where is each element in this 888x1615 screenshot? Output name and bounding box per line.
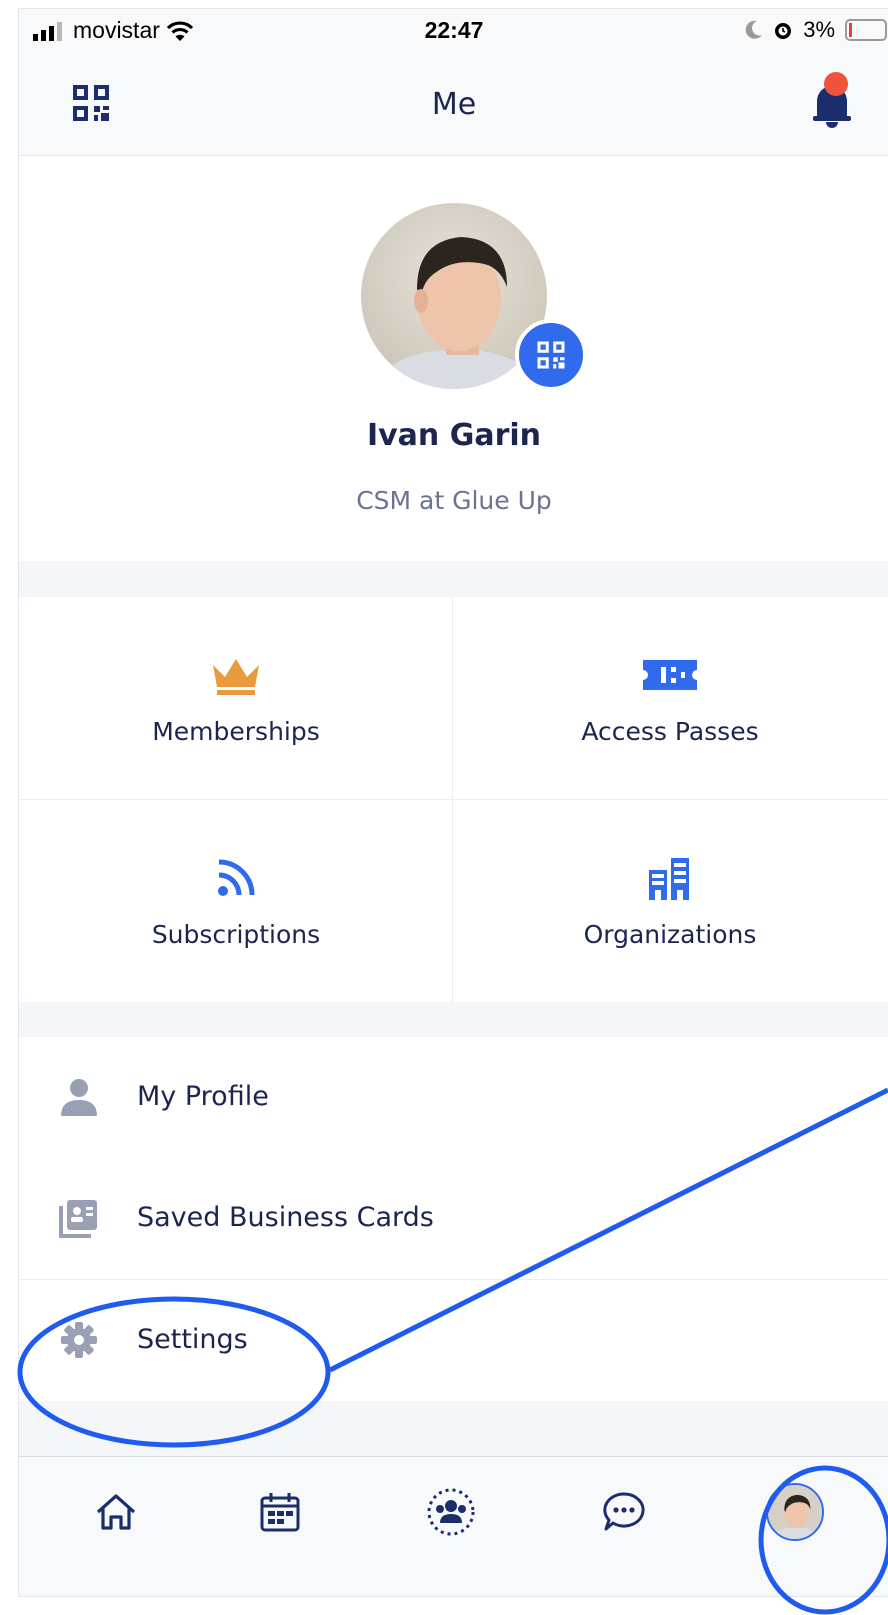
rss-icon (218, 859, 255, 896)
feature-grid: Memberships Access Passes Subscriptions … (19, 597, 888, 1002)
tab-home[interactable] (81, 1477, 151, 1547)
tile-access-passes[interactable]: Access Passes (453, 597, 887, 799)
gear-icon (61, 1322, 97, 1358)
tab-messages[interactable] (589, 1477, 659, 1547)
tile-label: Organizations (583, 920, 757, 949)
alarm-icon (775, 23, 792, 39)
tile-subscriptions[interactable]: Subscriptions (19, 800, 453, 1002)
battery-icon (845, 19, 887, 41)
notification-dot (824, 72, 848, 96)
status-right: 3% (745, 17, 888, 43)
tile-label: Memberships (152, 717, 320, 746)
profile-header: Ivan Garin CSM at Glue Up (19, 156, 888, 561)
profile-qr-badge[interactable] (515, 319, 587, 391)
business-card-icon (59, 1200, 97, 1238)
tile-label: Access Passes (581, 717, 759, 746)
calendar-icon (260, 1493, 300, 1532)
battery-percent: 3% (803, 17, 835, 42)
person-photo (768, 1485, 822, 1539)
profile-name: Ivan Garin (366, 418, 542, 453)
profile-avatar (766, 1483, 824, 1541)
grid-divider (19, 799, 888, 800)
person-icon (61, 1079, 97, 1116)
tab-calendar[interactable] (245, 1477, 315, 1547)
tile-label: Subscriptions (151, 920, 321, 949)
crown-icon (213, 659, 259, 695)
status-bar: movistar 22:47 3% (19, 9, 888, 53)
menu-list: My Profile Saved Business Cards Settings (19, 1037, 888, 1401)
menu-item-label: Saved Business Cards (137, 1202, 434, 1233)
buildings-icon (649, 858, 689, 900)
navigation-bar: Me (19, 53, 888, 156)
menu-item-label: My Profile (137, 1081, 269, 1112)
home-icon (96, 1494, 136, 1530)
chat-icon (603, 1492, 645, 1531)
tab-community[interactable] (416, 1477, 486, 1547)
community-icon (427, 1488, 475, 1536)
menu-item-settings[interactable]: Settings (19, 1280, 888, 1401)
notifications-button[interactable] (807, 72, 857, 129)
tab-bar (19, 1456, 888, 1596)
menu-item-my-profile[interactable]: My Profile (19, 1037, 888, 1158)
menu-item-label: Settings (137, 1324, 248, 1355)
tab-me[interactable] (760, 1477, 830, 1547)
menu-item-saved-business-cards[interactable]: Saved Business Cards (19, 1158, 888, 1279)
tile-organizations[interactable]: Organizations (453, 800, 887, 1002)
moon-icon (745, 20, 763, 39)
ticket-icon (643, 660, 697, 690)
profile-subtitle: CSM at Glue Up (356, 486, 552, 515)
tile-memberships[interactable]: Memberships (19, 597, 453, 799)
phone-screen: movistar 22:47 3% Me Ivan Garin CSM at G… (18, 8, 888, 1597)
page-title: Me (431, 87, 477, 122)
qr-code-icon (537, 341, 565, 369)
